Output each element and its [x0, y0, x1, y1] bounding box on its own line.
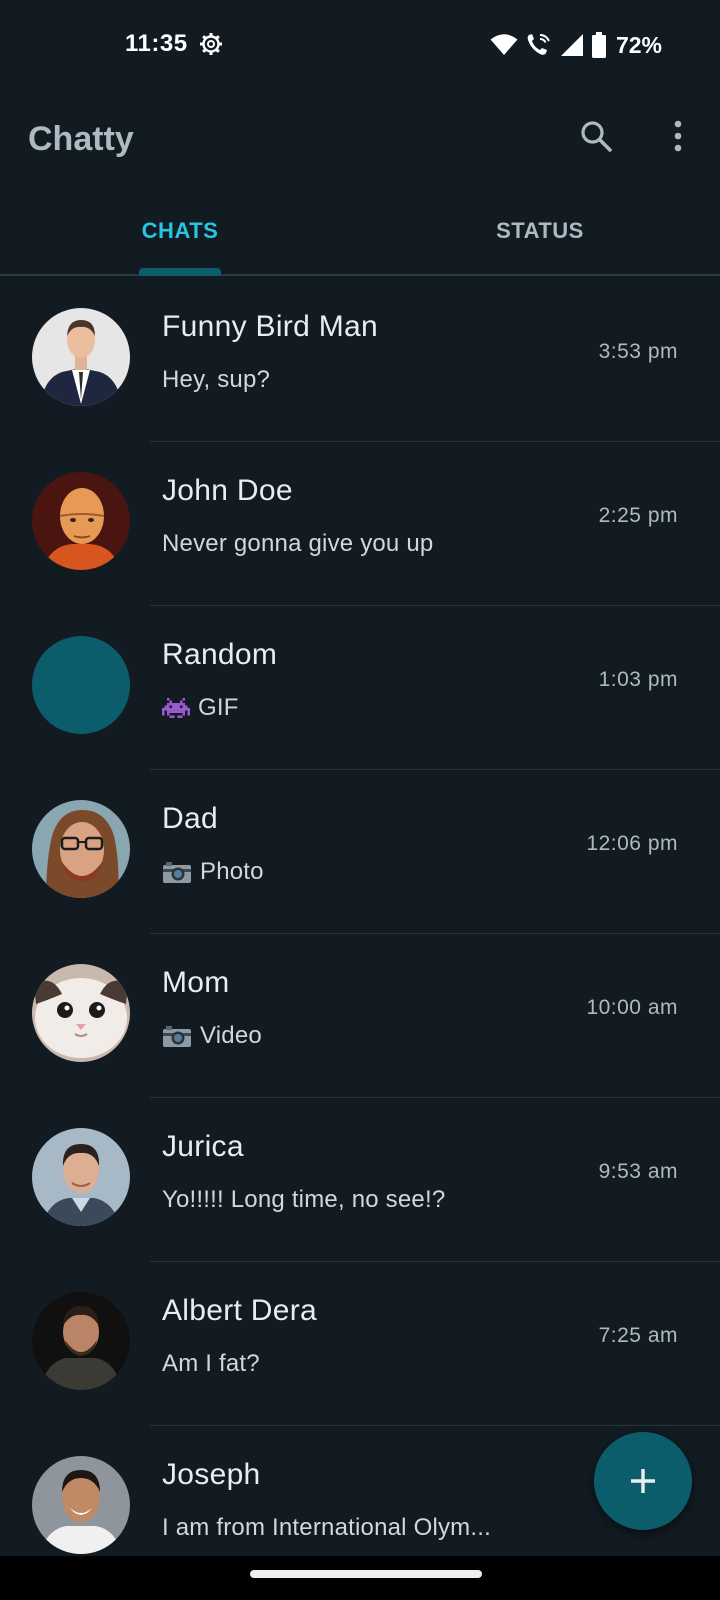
avatar — [32, 964, 130, 1062]
chat-name: Mom — [162, 966, 230, 999]
tab-bar: CHATS STATUS — [0, 188, 720, 276]
chat-message-text: Am I fat? — [162, 1350, 260, 1377]
chat-last-message: Video — [162, 1022, 262, 1050]
chat-message-text: Hey, sup? — [162, 366, 271, 393]
search-icon — [581, 121, 612, 152]
chat-item-mom[interactable]: Mom Video 10:00 am — [0, 934, 720, 1098]
chat-timestamp: 1:03 pm — [598, 668, 678, 691]
chat-last-message: Yo!!!!! Long time, no see!? — [162, 1186, 445, 1214]
chat-item-albert-dera[interactable]: Albert Dera Am I fat? 7:25 am — [0, 1262, 720, 1426]
chat-timestamp: 12:06 pm — [586, 832, 678, 855]
avatar-placeholder — [32, 636, 130, 734]
chat-name: Funny Bird Man — [162, 310, 378, 343]
chat-message-text: Photo — [200, 858, 264, 885]
app-bar: Chatty — [0, 92, 720, 188]
wifi-calling-icon — [527, 34, 550, 55]
status-time: 11:35 — [125, 30, 188, 57]
camera-icon — [163, 862, 191, 883]
avatar — [32, 1292, 130, 1390]
chat-item-jurica[interactable]: Jurica Yo!!!!! Long time, no see!? 9:53 … — [0, 1098, 720, 1262]
chat-name: Dad — [162, 802, 218, 835]
more-options-button[interactable] — [654, 112, 702, 160]
system-navigation-bar — [0, 1556, 720, 1600]
chat-timestamp: 3:53 pm — [598, 340, 678, 363]
chat-last-message: I am from International Olym... — [162, 1514, 491, 1542]
camera-icon — [163, 1026, 191, 1047]
more-vertical-icon — [674, 120, 682, 152]
chat-name: Jurica — [162, 1130, 244, 1163]
app-title: Chatty — [28, 120, 134, 158]
chat-message-text: I am from International Olym... — [162, 1514, 491, 1541]
chat-app-screen: 11:35 72% Chatty CHATS STATUS Funny Bird… — [0, 0, 720, 1600]
chat-item-random[interactable]: Random GIF 1:03 pm — [0, 606, 720, 770]
chat-message-text: GIF — [198, 694, 239, 721]
chat-timestamp: 9:53 am — [598, 1160, 678, 1183]
chat-list: Funny Bird Man Hey, sup? 3:53 pm John Do… — [0, 278, 720, 1590]
battery-icon — [591, 32, 606, 58]
chat-name: Albert Dera — [162, 1294, 318, 1327]
chat-item-john-doe[interactable]: John Doe Never gonna give you up 2:25 pm — [0, 442, 720, 606]
chat-message-text: Video — [200, 1022, 262, 1049]
home-gesture-handle[interactable] — [250, 1570, 482, 1578]
alien-monster-icon — [162, 697, 190, 719]
chat-last-message: Hey, sup? — [162, 366, 270, 394]
avatar — [32, 1456, 130, 1554]
search-button[interactable] — [572, 112, 620, 160]
battery-percentage: 72% — [615, 31, 662, 58]
settings-gear-icon — [200, 33, 222, 55]
new-chat-button[interactable] — [594, 1432, 692, 1530]
active-tab-indicator — [139, 268, 221, 276]
status-bar: 11:35 72% — [0, 0, 720, 92]
chat-timestamp: 7:25 am — [598, 1324, 678, 1347]
chat-item-dad[interactable]: Dad Photo 12:06 pm — [0, 770, 720, 934]
avatar — [32, 1128, 130, 1226]
chat-last-message: Photo — [162, 858, 264, 886]
avatar — [32, 308, 130, 406]
cell-signal-icon — [560, 34, 583, 56]
chat-message-text: Yo!!!!! Long time, no see!? — [162, 1186, 446, 1213]
chat-message-text: Never gonna give you up — [162, 530, 434, 557]
chat-timestamp: 10:00 am — [586, 996, 678, 1019]
avatar — [32, 472, 130, 570]
chat-name: Joseph — [162, 1458, 261, 1491]
chat-name: John Doe — [162, 474, 293, 507]
tab-status[interactable]: STATUS — [360, 188, 720, 274]
chat-timestamp: 2:25 pm — [598, 504, 678, 527]
avatar — [32, 800, 130, 898]
chat-last-message: GIF — [162, 694, 239, 722]
chat-last-message: Am I fat? — [162, 1350, 260, 1378]
wifi-icon — [490, 34, 518, 55]
tab-chats[interactable]: CHATS — [0, 188, 360, 274]
chat-last-message: Never gonna give you up — [162, 530, 433, 558]
chat-name: Random — [162, 638, 278, 671]
plus-icon — [631, 1469, 655, 1493]
status-icons: 72% — [490, 30, 662, 60]
chat-item-funny-bird-man[interactable]: Funny Bird Man Hey, sup? 3:53 pm — [0, 278, 720, 442]
